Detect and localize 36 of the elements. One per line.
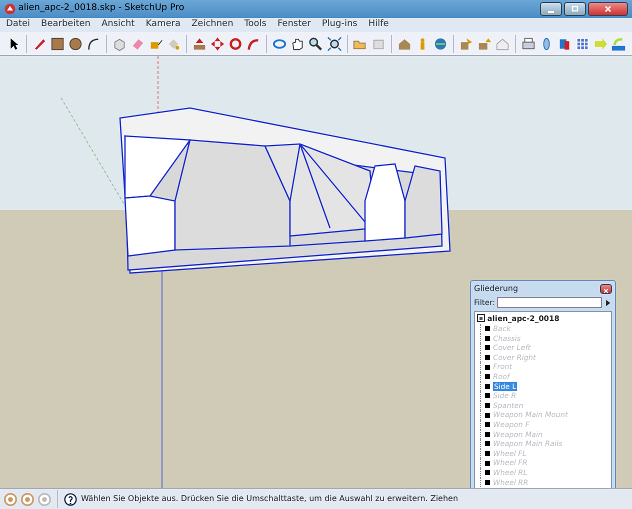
- close-icon: [603, 288, 609, 294]
- app-logo-icon: [4, 3, 16, 15]
- close-icon: [603, 4, 613, 14]
- minimize-icon: [548, 10, 554, 13]
- stl-export-icon[interactable]: [610, 36, 626, 52]
- model-icon: [477, 314, 485, 322]
- help-icon[interactable]: [64, 492, 77, 506]
- push-pull-icon[interactable]: [192, 36, 208, 52]
- close-button[interactable]: [588, 2, 628, 16]
- menu-item[interactable]: Zeichnen: [191, 18, 234, 32]
- zoom-extents-icon[interactable]: [326, 36, 342, 52]
- menu-item[interactable]: Datei: [6, 18, 30, 32]
- menu-item[interactable]: Hilfe: [368, 18, 389, 32]
- menu-item[interactable]: Ansicht: [101, 18, 135, 32]
- menu-item[interactable]: Fenster: [277, 18, 311, 32]
- menu-item[interactable]: Plug-ins: [322, 18, 358, 32]
- filter-field[interactable]: [497, 297, 602, 308]
- window-title: alien_apc-2_0018.skp - SketchUp Pro: [18, 2, 186, 16]
- menu-item[interactable]: Bearbeiten: [41, 18, 90, 32]
- status-message: Wählen Sie Objekte aus. Drücken Sie die Umschalttaste, um die Auswahl zu erweitern. Ziehen: [81, 493, 458, 505]
- circle-icon[interactable]: [68, 36, 84, 52]
- maximize-icon: [570, 4, 580, 14]
- close-button[interactable]: [600, 284, 612, 294]
- menu-item[interactable]: Kamera: [146, 18, 180, 32]
- rotate-icon[interactable]: [228, 36, 244, 52]
- grid-cube-icon[interactable]: [574, 36, 590, 52]
- panel-title: Gliederung: [474, 283, 518, 295]
- printer-icon[interactable]: [520, 36, 536, 52]
- minimize-button[interactable]: [540, 2, 562, 16]
- rectangle-icon[interactable]: [50, 36, 66, 52]
- search-icon[interactable]: [308, 36, 324, 52]
- menu-item[interactable]: Tools: [244, 18, 266, 32]
- globe-icon[interactable]: [432, 36, 448, 52]
- arrow-right-icon[interactable]: [604, 298, 612, 308]
- maximize-button[interactable]: [564, 2, 586, 16]
- move-icon[interactable]: [210, 36, 226, 52]
